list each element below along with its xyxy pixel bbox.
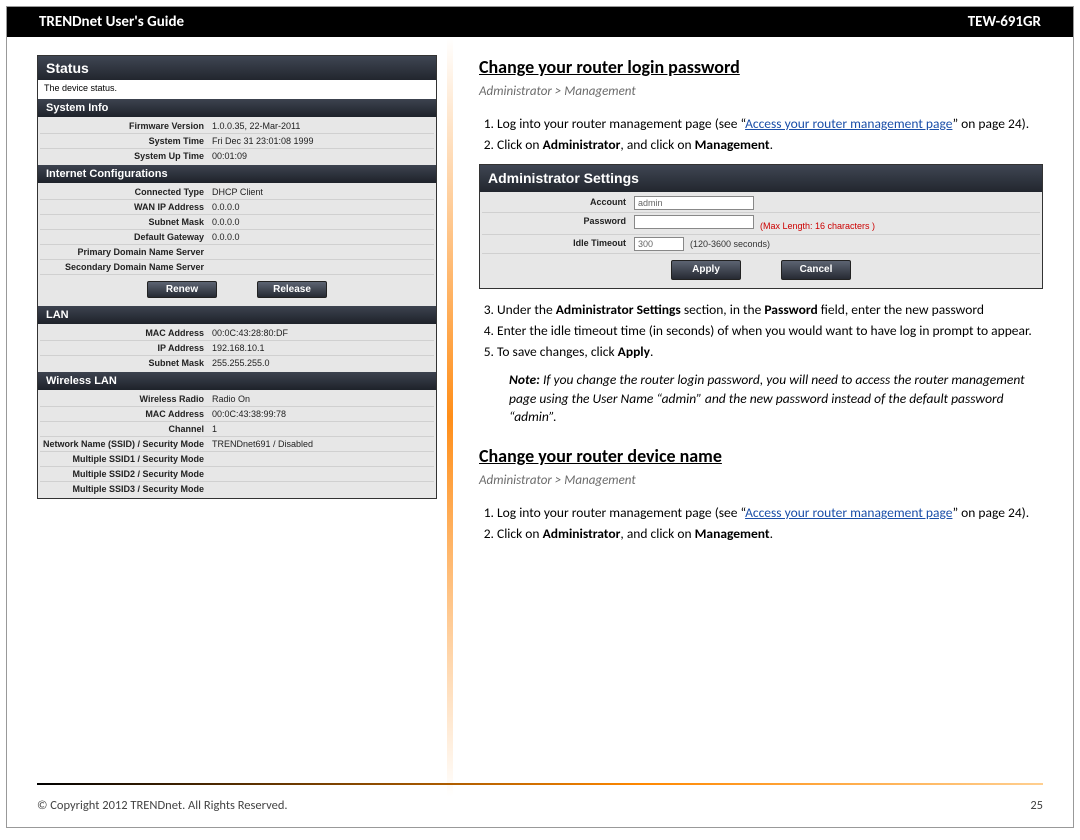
page-frame: TRENDnet User's Guide TEW-691GR Status T… bbox=[6, 6, 1074, 828]
status-row: Multiple SSID2 / Security Mode bbox=[40, 467, 434, 482]
status-row: System TimeFri Dec 31 23:01:08 1999 bbox=[40, 134, 434, 149]
s2-step2: Click on Administrator, and click on Man… bbox=[497, 525, 1043, 543]
status-row: Multiple SSID1 / Security Mode bbox=[40, 452, 434, 467]
account-input[interactable]: admin bbox=[634, 196, 754, 210]
status-row: Secondary Domain Name Server bbox=[40, 260, 434, 275]
password-label: Password bbox=[482, 215, 632, 232]
status-row: System Up Time00:01:09 bbox=[40, 149, 434, 163]
s1-step1: Log into your router management page (se… bbox=[497, 115, 1043, 133]
status-row: WAN IP Address0.0.0.0 bbox=[40, 200, 434, 215]
admin-settings-title: Administrator Settings bbox=[480, 165, 1042, 192]
status-row: Wireless RadioRadio On bbox=[40, 392, 434, 407]
doc-title: TRENDnet User's Guide bbox=[39, 13, 184, 31]
s1-step4: Enter the idle timeout time (in seconds)… bbox=[497, 322, 1043, 340]
s1-step5: To save changes, click Apply. bbox=[497, 343, 1043, 361]
column-divider bbox=[437, 55, 467, 757]
section-header: LAN bbox=[38, 306, 436, 324]
section-header: System Info bbox=[38, 99, 436, 117]
section-header: Wireless LAN bbox=[38, 372, 436, 390]
idle-hint: (120-3600 seconds) bbox=[690, 239, 770, 249]
status-row: Default Gateway0.0.0.0 bbox=[40, 230, 434, 245]
status-row: Primary Domain Name Server bbox=[40, 245, 434, 260]
password-hint: (Max Length: 16 characters ) bbox=[760, 221, 875, 231]
renew-button[interactable]: Renew bbox=[147, 281, 217, 298]
s2-step1: Log into your router management page (se… bbox=[497, 504, 1043, 522]
model-number: TEW-691GR bbox=[968, 13, 1041, 31]
status-row: Firmware Version1.0.0.35, 22-Mar-2011 bbox=[40, 119, 434, 134]
release-button[interactable]: Release bbox=[257, 281, 327, 298]
section2-breadcrumb: Administrator > Management bbox=[479, 472, 1043, 490]
access-page-link-2[interactable]: Access your router management page bbox=[745, 504, 952, 521]
section2-heading: Change your router device name bbox=[479, 444, 1043, 468]
page-header: TRENDnet User's Guide TEW-691GR bbox=[7, 7, 1073, 37]
status-row: MAC Address00:0C:43:28:80:DF bbox=[40, 326, 434, 341]
status-row: MAC Address00:0C:43:38:99:78 bbox=[40, 407, 434, 422]
status-title: Status bbox=[38, 56, 436, 80]
status-row: Subnet Mask255.255.255.0 bbox=[40, 356, 434, 370]
access-page-link[interactable]: Access your router management page bbox=[745, 115, 952, 132]
copyright-text: © Copyright 2012 TRENDnet. All Rights Re… bbox=[37, 798, 288, 813]
status-subtitle: The device status. bbox=[38, 80, 436, 99]
section1-heading: Change your router login password bbox=[479, 55, 1043, 79]
s1-note: Note: If you change the router login pas… bbox=[479, 371, 1043, 426]
footer-divider bbox=[37, 783, 1043, 785]
idle-label: Idle Timeout bbox=[482, 237, 632, 251]
password-input[interactable] bbox=[634, 215, 754, 229]
page-footer: © Copyright 2012 TRENDnet. All Rights Re… bbox=[37, 798, 1043, 813]
apply-button[interactable]: Apply bbox=[671, 260, 741, 280]
status-row: Channel1 bbox=[40, 422, 434, 437]
s1-step3: Under the Administrator Settings section… bbox=[497, 301, 1043, 319]
s1-step2: Click on Administrator, and click on Man… bbox=[497, 136, 1043, 154]
status-row: Multiple SSID3 / Security Mode bbox=[40, 482, 434, 496]
section1-breadcrumb: Administrator > Management bbox=[479, 83, 1043, 101]
cancel-button[interactable]: Cancel bbox=[781, 260, 851, 280]
status-row: Connected TypeDHCP Client bbox=[40, 185, 434, 200]
status-row: Subnet Mask0.0.0.0 bbox=[40, 215, 434, 230]
status-row: Network Name (SSID) / Security ModeTREND… bbox=[40, 437, 434, 452]
page-number: 25 bbox=[1030, 798, 1043, 813]
account-label: Account bbox=[482, 196, 632, 210]
status-row: IP Address192.168.10.1 bbox=[40, 341, 434, 356]
section-header: Internet Configurations bbox=[38, 165, 436, 183]
idle-input[interactable]: 300 bbox=[634, 237, 684, 251]
admin-settings-panel: Administrator Settings Account admin Pas… bbox=[479, 164, 1043, 289]
status-screenshot: Status The device status. System Info Fir… bbox=[37, 55, 437, 757]
